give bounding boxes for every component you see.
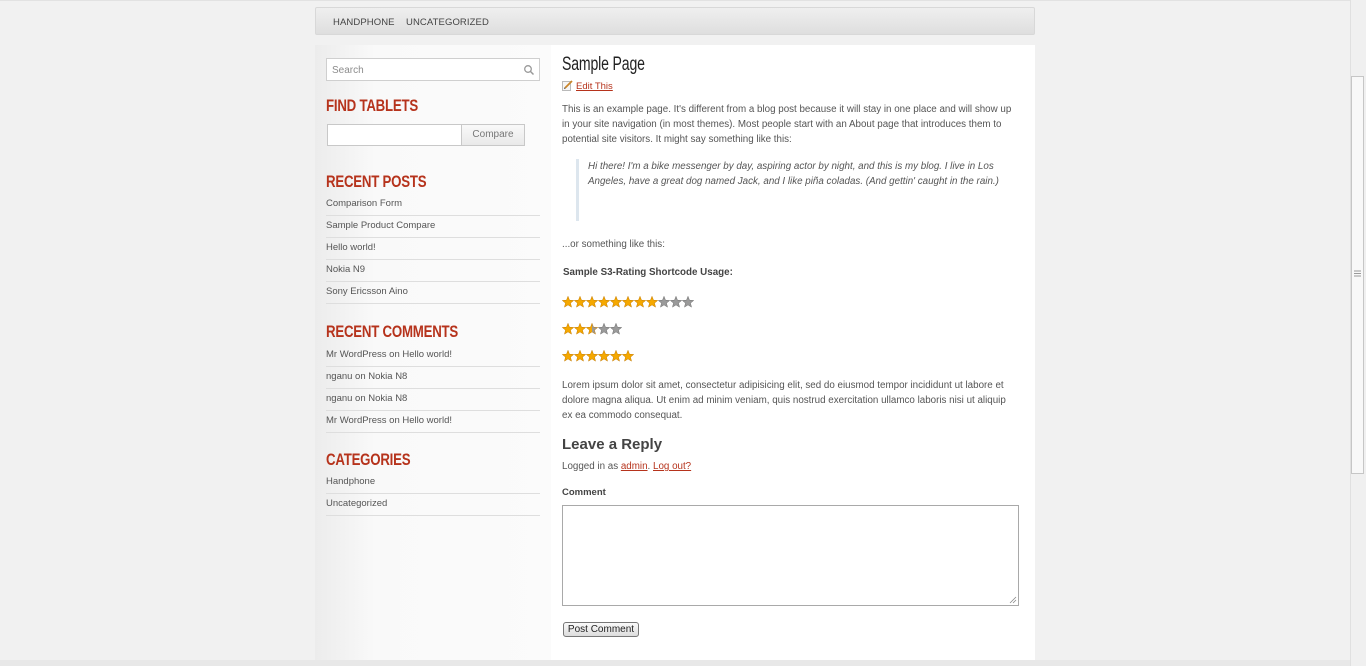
star-rating-2 [562, 323, 623, 335]
compare-button[interactable]: Compare [461, 124, 525, 146]
star-icon [573, 296, 587, 308]
admin-link[interactable]: admin [621, 461, 648, 472]
recent-post-link[interactable]: Sony Ericsson Aino [326, 282, 540, 304]
recent-post-link[interactable]: Comparison Form [326, 194, 540, 216]
main-navigation: HANDPHONE UNCATEGORIZED [315, 7, 1035, 35]
bottom-border [0, 660, 1350, 666]
star-icon [609, 350, 623, 362]
category-link[interactable]: Uncategorized [326, 494, 540, 516]
recent-post-link[interactable]: Nokia N9 [326, 260, 540, 282]
star-icon [609, 323, 623, 335]
main-content: Sample Page Edit This This is an example… [551, 45, 1035, 666]
widget-title-recent-comments: RECENT COMMENTS [326, 322, 459, 341]
logged-prefix: Logged in as [562, 461, 619, 472]
blockquote: Hi there! I'm a bike messenger by day, a… [576, 159, 1008, 221]
nav-item-uncategorized[interactable]: UNCATEGORIZED [406, 17, 489, 28]
star-icon [585, 350, 599, 362]
star-icon [573, 323, 587, 335]
recent-comments-list: Mr WordPress on Hello world! nganu on No… [326, 345, 540, 433]
top-border [0, 0, 1350, 1]
star-icon [573, 350, 587, 362]
nav-item-handphone[interactable]: HANDPHONE [333, 17, 395, 28]
ratings-heading: Sample S3-Rating Shortcode Usage: [563, 267, 733, 278]
reply-heading: Leave a Reply [562, 436, 663, 453]
star-icon [562, 323, 575, 335]
star-icon [585, 296, 599, 308]
recent-post-link[interactable]: Hello world! [326, 238, 540, 260]
logout-link[interactable]: Log out? [653, 461, 691, 472]
star-rating-1 [562, 296, 695, 308]
star-icon [597, 296, 611, 308]
recent-post-link[interactable]: Sample Product Compare [326, 216, 540, 238]
search-icon[interactable] [523, 64, 535, 76]
categories-list: Handphone Uncategorized [326, 472, 540, 516]
widget-title-recent-posts: RECENT POSTS [326, 172, 427, 191]
search-placeholder: Search [332, 65, 364, 76]
star-icon [597, 350, 611, 362]
star-icon [645, 296, 659, 308]
intro-paragraph: This is an example page. It's different … [562, 104, 1012, 145]
star-rating-3 [562, 350, 635, 362]
logged-in-line: Logged in as admin. Log out? [562, 461, 691, 472]
tablet-compare-input[interactable] [327, 124, 463, 146]
star-icon [562, 350, 575, 362]
star-icon [657, 296, 671, 308]
recent-comment-link[interactable]: nganu on Nokia N8 [326, 367, 540, 389]
category-link[interactable]: Handphone [326, 472, 540, 494]
edit-link[interactable]: Edit This [562, 80, 613, 92]
edit-label[interactable]: Edit This [576, 81, 613, 92]
star-icon [597, 323, 611, 335]
logged-separator: . [647, 461, 651, 472]
star-icon [669, 296, 683, 308]
recent-posts-list: Comparison Form Sample Product Compare H… [326, 194, 540, 304]
star-icon [585, 323, 599, 335]
widget-title-categories: CATEGORIES [326, 450, 411, 469]
comment-textarea[interactable] [562, 505, 1019, 606]
star-icon [621, 350, 635, 362]
star-icon [633, 296, 647, 308]
or-text: ...or something like this: [562, 239, 665, 250]
star-icon [562, 296, 575, 308]
search-input[interactable]: Search [326, 58, 540, 81]
comment-label: Comment [562, 487, 606, 498]
star-icon [681, 296, 695, 308]
lorem-paragraph: Lorem ipsum dolor sit amet, consectetur … [562, 380, 1006, 421]
resize-grip-icon[interactable] [1009, 596, 1017, 604]
post-comment-button[interactable]: Post Comment [563, 622, 639, 637]
recent-comment-link[interactable]: Mr WordPress on Hello world! [326, 411, 540, 433]
scrollbar-grip-icon [1354, 270, 1361, 277]
edit-pencil-icon [562, 80, 573, 91]
widget-title-find-tablets: FIND TABLETS [326, 96, 418, 115]
page-title: Sample Page [562, 54, 645, 75]
star-icon [609, 296, 623, 308]
recent-comment-link[interactable]: nganu on Nokia N8 [326, 389, 540, 411]
sidebar: Search FIND TABLETS Compare RECENT POSTS… [315, 45, 551, 666]
recent-comment-link[interactable]: Mr WordPress on Hello world! [326, 345, 540, 367]
star-icon [621, 296, 635, 308]
